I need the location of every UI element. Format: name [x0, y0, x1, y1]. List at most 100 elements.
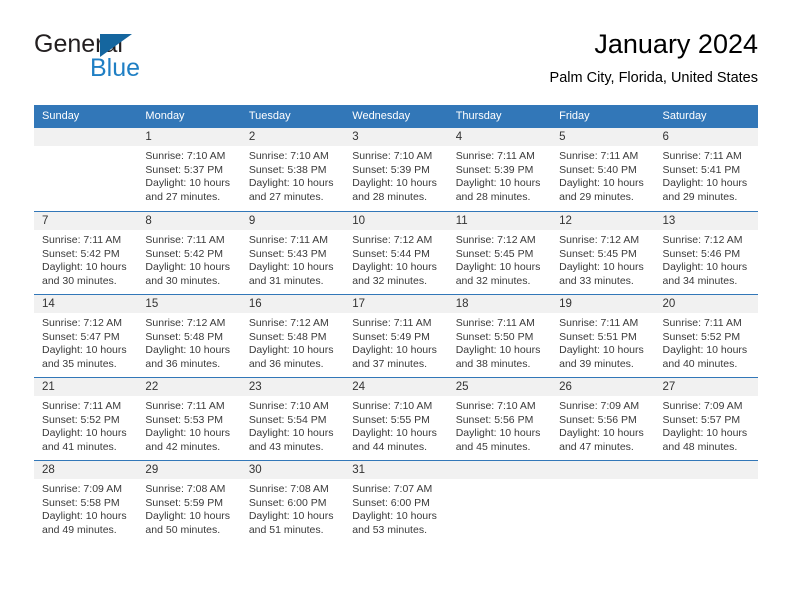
daylight-text-line1: Daylight: 10 hours [352, 427, 437, 440]
sunset-text: Sunset: 5:42 PM [145, 247, 224, 260]
sunrise-text: Sunrise: 7:10 AM [248, 150, 329, 162]
calendar-day-cell[interactable] [654, 460, 758, 543]
sunrise-text: Sunrise: 7:11 AM [145, 234, 225, 246]
calendar-day-cell[interactable]: 5 Sunrise: 7:11 AM Sunset: 5:40 PM Dayli… [551, 128, 655, 211]
title-block: January 2024 Palm City, Florida, United … [550, 28, 758, 87]
calendar-day-cell[interactable]: 18 Sunrise: 7:11 AM Sunset: 5:50 PM Dayl… [447, 294, 552, 377]
day-number: 7 [34, 212, 138, 230]
day-details: Sunrise: 7:11 AM Sunset: 5:51 PM Dayligh… [551, 313, 654, 371]
daylight-text-line1: Daylight: 10 hours [662, 177, 748, 190]
daylight-text-line2: and 35 minutes. [42, 357, 117, 370]
daylight-text-line2: and 29 minutes. [559, 190, 634, 203]
daylight-text-line2: and 34 minutes. [662, 274, 738, 287]
calendar-header-row: Sunday Monday Tuesday Wednesday Thursday… [34, 105, 758, 128]
calendar-day-cell[interactable] [34, 128, 138, 211]
daylight-text-line1: Daylight: 10 hours [352, 177, 437, 190]
daylight-text-line2: and 44 minutes. [352, 440, 427, 453]
daylight-text-line2: and 41 minutes. [42, 440, 117, 453]
day-number: 27 [654, 378, 758, 396]
calendar-day-cell[interactable]: 22 Sunrise: 7:11 AM Sunset: 5:53 PM Dayl… [137, 377, 241, 460]
sunrise-text: Sunrise: 7:11 AM [455, 317, 535, 329]
day-number: 5 [551, 128, 655, 146]
day-details: Sunrise: 7:10 AM Sunset: 5:37 PM Dayligh… [137, 146, 240, 204]
day-number [654, 461, 758, 479]
sunrise-text: Sunrise: 7:07 AM [352, 483, 433, 495]
day-number: 29 [137, 461, 241, 479]
sunset-text: Sunset: 5:46 PM [662, 247, 741, 260]
daylight-text-line2: and 43 minutes. [248, 440, 324, 453]
day-details: Sunrise: 7:11 AM Sunset: 5:49 PM Dayligh… [344, 313, 447, 371]
calendar-day-cell[interactable]: 4 Sunrise: 7:11 AM Sunset: 5:39 PM Dayli… [447, 128, 552, 211]
calendar-day-cell[interactable]: 29 Sunrise: 7:08 AM Sunset: 5:59 PM Dayl… [137, 460, 241, 543]
sunrise-text: Sunrise: 7:10 AM [455, 400, 536, 412]
day-number [447, 461, 552, 479]
weekday-header-saturday: Saturday [654, 105, 758, 128]
daylight-text-line2: and 30 minutes. [42, 274, 117, 287]
calendar-day-cell[interactable]: 19 Sunrise: 7:11 AM Sunset: 5:51 PM Dayl… [551, 294, 655, 377]
calendar-day-cell[interactable]: 24 Sunrise: 7:10 AM Sunset: 5:55 PM Dayl… [344, 377, 448, 460]
sunset-text: Sunset: 5:39 PM [352, 163, 430, 176]
calendar-day-cell[interactable]: 11 Sunrise: 7:12 AM Sunset: 5:45 PM Dayl… [447, 211, 552, 294]
sunset-text: Sunset: 5:59 PM [145, 496, 224, 509]
calendar-day-cell[interactable]: 12 Sunrise: 7:12 AM Sunset: 5:45 PM Dayl… [551, 211, 655, 294]
day-number: 14 [34, 295, 138, 313]
calendar-week-row: 1 Sunrise: 7:10 AM Sunset: 5:37 PM Dayli… [34, 128, 758, 211]
general-blue-logo[interactable]: General Blue [34, 30, 244, 90]
calendar-day-cell[interactable]: 3 Sunrise: 7:10 AM Sunset: 5:39 PM Dayli… [344, 128, 448, 211]
calendar-day-cell[interactable]: 13 Sunrise: 7:12 AM Sunset: 5:46 PM Dayl… [654, 211, 758, 294]
sunrise-text: Sunrise: 7:12 AM [455, 234, 536, 246]
calendar-day-cell[interactable]: 20 Sunrise: 7:11 AM Sunset: 5:52 PM Dayl… [654, 294, 758, 377]
calendar-day-cell[interactable]: 27 Sunrise: 7:09 AM Sunset: 5:57 PM Dayl… [654, 377, 758, 460]
calendar-day-cell[interactable]: 23 Sunrise: 7:10 AM Sunset: 5:54 PM Dayl… [240, 377, 345, 460]
daylight-text-line1: Daylight: 10 hours [662, 344, 748, 357]
daylight-text-line2: and 28 minutes. [455, 190, 531, 203]
day-details: Sunrise: 7:08 AM Sunset: 6:00 PM Dayligh… [241, 479, 344, 537]
sunrise-text: Sunrise: 7:11 AM [559, 317, 639, 329]
sunrise-text: Sunrise: 7:12 AM [145, 317, 226, 329]
day-number: 21 [34, 378, 138, 396]
day-details: Sunrise: 7:12 AM Sunset: 5:47 PM Dayligh… [34, 313, 137, 371]
sunset-text: Sunset: 5:48 PM [248, 330, 327, 343]
day-number [34, 128, 138, 146]
calendar-day-cell[interactable]: 30 Sunrise: 7:08 AM Sunset: 6:00 PM Dayl… [240, 460, 345, 543]
calendar-week-row: 14 Sunrise: 7:12 AM Sunset: 5:47 PM Dayl… [34, 294, 758, 377]
daylight-text-line1: Daylight: 10 hours [145, 261, 231, 274]
sunset-text: Sunset: 6:00 PM [352, 496, 430, 509]
calendar-day-cell[interactable]: 7 Sunrise: 7:11 AM Sunset: 5:42 PM Dayli… [34, 211, 138, 294]
daylight-text-line2: and 42 minutes. [145, 440, 221, 453]
calendar-day-cell[interactable]: 25 Sunrise: 7:10 AM Sunset: 5:56 PM Dayl… [447, 377, 552, 460]
calendar-day-cell[interactable]: 14 Sunrise: 7:12 AM Sunset: 5:47 PM Dayl… [34, 294, 138, 377]
calendar-day-cell[interactable]: 21 Sunrise: 7:11 AM Sunset: 5:52 PM Dayl… [34, 377, 138, 460]
calendar-day-cell[interactable] [447, 460, 552, 543]
day-number: 8 [137, 212, 241, 230]
sunrise-text: Sunrise: 7:11 AM [455, 150, 535, 162]
daylight-text-line1: Daylight: 10 hours [145, 344, 231, 357]
day-details: Sunrise: 7:12 AM Sunset: 5:48 PM Dayligh… [241, 313, 344, 371]
calendar-day-cell[interactable]: 17 Sunrise: 7:11 AM Sunset: 5:49 PM Dayl… [344, 294, 448, 377]
sunrise-text: Sunrise: 7:09 AM [42, 483, 122, 495]
daylight-text-line1: Daylight: 10 hours [145, 177, 231, 190]
calendar-day-cell[interactable]: 8 Sunrise: 7:11 AM Sunset: 5:42 PM Dayli… [137, 211, 241, 294]
calendar-day-cell[interactable]: 9 Sunrise: 7:11 AM Sunset: 5:43 PM Dayli… [240, 211, 345, 294]
calendar-day-cell[interactable]: 2 Sunrise: 7:10 AM Sunset: 5:38 PM Dayli… [240, 128, 345, 211]
day-number: 17 [344, 295, 448, 313]
day-number: 20 [654, 295, 758, 313]
calendar-day-cell[interactable]: 15 Sunrise: 7:12 AM Sunset: 5:48 PM Dayl… [137, 294, 241, 377]
daylight-text-line2: and 36 minutes. [248, 357, 324, 370]
daylight-text-line1: Daylight: 10 hours [352, 261, 437, 274]
calendar-day-cell[interactable]: 6 Sunrise: 7:11 AM Sunset: 5:41 PM Dayli… [654, 128, 758, 211]
day-details: Sunrise: 7:12 AM Sunset: 5:45 PM Dayligh… [448, 230, 551, 288]
calendar-day-cell[interactable]: 31 Sunrise: 7:07 AM Sunset: 6:00 PM Dayl… [344, 460, 448, 543]
calendar-day-cell[interactable]: 28 Sunrise: 7:09 AM Sunset: 5:58 PM Dayl… [34, 460, 138, 543]
daylight-text-line1: Daylight: 10 hours [352, 344, 437, 357]
weekday-header-monday: Monday [137, 105, 241, 128]
calendar-day-cell[interactable]: 16 Sunrise: 7:12 AM Sunset: 5:48 PM Dayl… [240, 294, 345, 377]
calendar-day-cell[interactable]: 10 Sunrise: 7:12 AM Sunset: 5:44 PM Dayl… [344, 211, 448, 294]
logo-text-blue: Blue [90, 54, 141, 82]
sunset-text: Sunset: 5:39 PM [455, 163, 534, 176]
calendar-day-cell[interactable]: 26 Sunrise: 7:09 AM Sunset: 5:56 PM Dayl… [551, 377, 655, 460]
calendar-day-cell[interactable]: 1 Sunrise: 7:10 AM Sunset: 5:37 PM Dayli… [137, 128, 241, 211]
calendar-day-cell[interactable] [551, 460, 655, 543]
day-number: 24 [344, 378, 448, 396]
day-number: 30 [240, 461, 345, 479]
